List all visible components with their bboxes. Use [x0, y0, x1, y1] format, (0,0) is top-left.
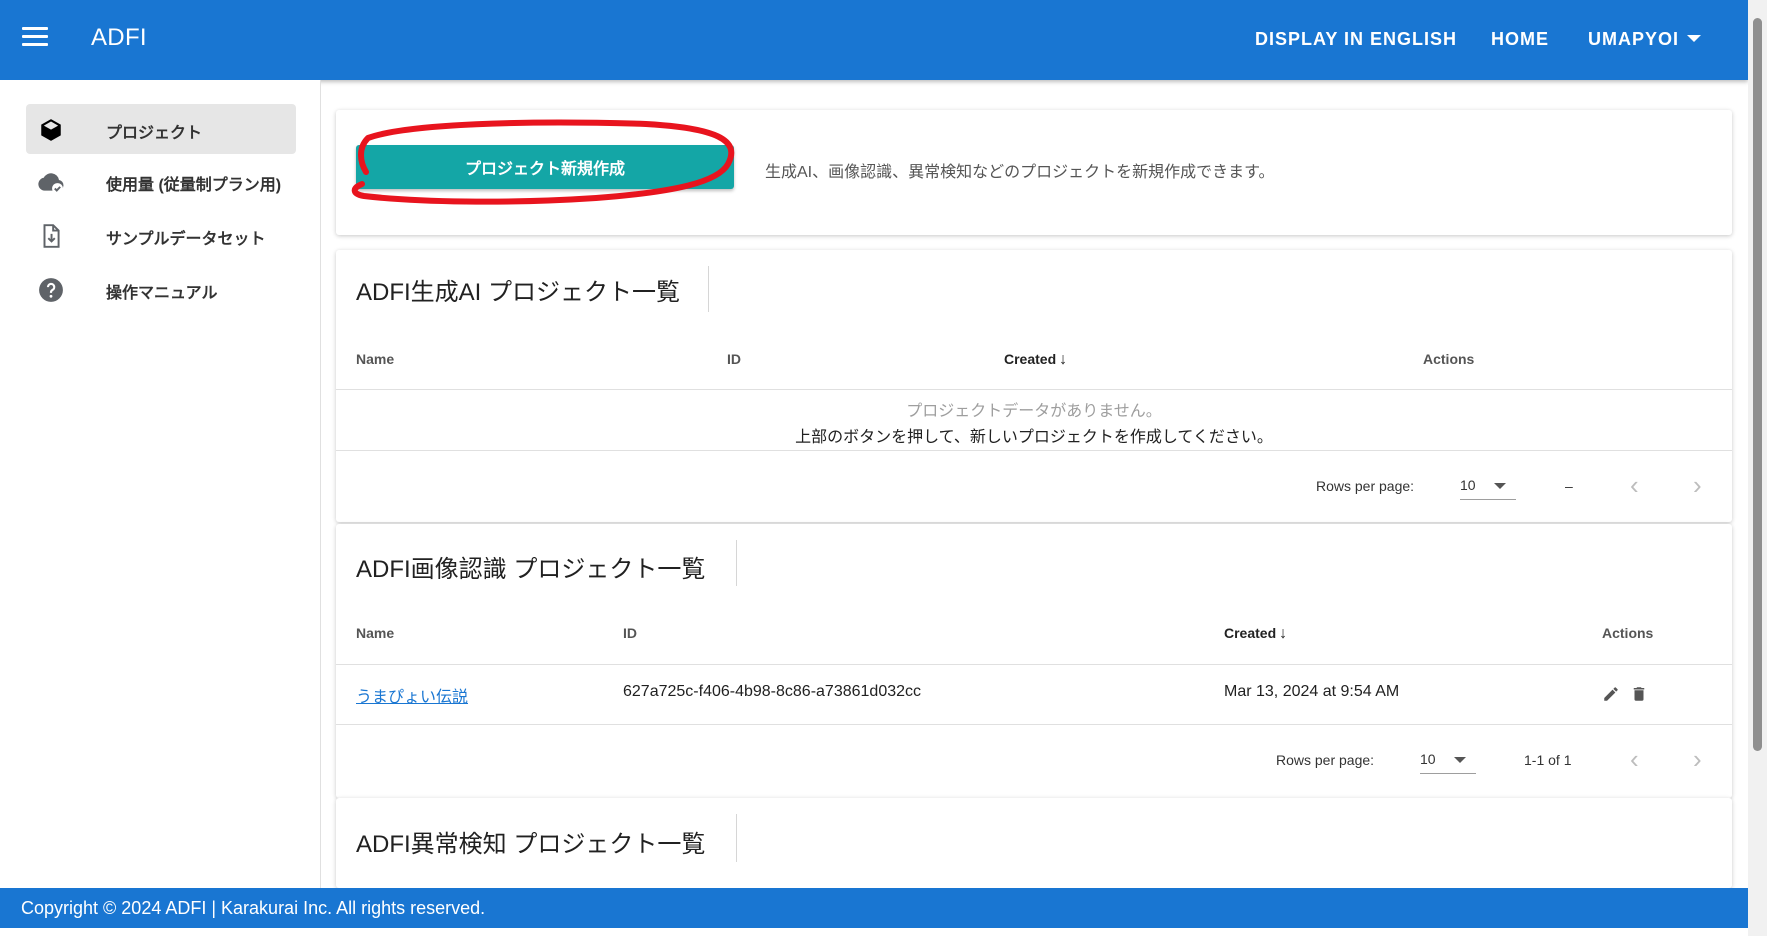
column-header-actions: Actions — [1602, 625, 1654, 641]
genai-section-title: ADFI生成AI プロジェクト一覧 — [356, 279, 681, 306]
create-project-button[interactable]: プロジェクト新規作成 — [356, 145, 734, 189]
column-header-created-label: Created — [1224, 625, 1277, 641]
sidebar: プロジェクト 使用量 (従量制プラン用) サンプルデータセット 操作マニュアル — [0, 80, 321, 888]
help-circle-icon — [39, 278, 63, 302]
footer: Copyright © 2024 ADFI | Karakurai Inc. A… — [0, 888, 1748, 928]
rows-per-page-value: 10 — [1460, 477, 1476, 493]
title-divider — [708, 266, 709, 312]
sidebar-item-sample-datasets[interactable]: サンプルデータセット — [26, 210, 296, 260]
display-in-english-button[interactable]: DISPLAY IN ENGLISH — [1255, 29, 1457, 50]
project-link[interactable]: うまぴょい伝説 — [356, 689, 468, 706]
sidebar-item-label: 操作マニュアル — [106, 285, 218, 302]
sidebar-item-label: サンプルデータセット — [106, 231, 266, 248]
create-project-card: プロジェクト新規作成 生成AI、画像認識、異常検知などのプロジェクトを新規作成で… — [336, 110, 1732, 235]
sidebar-item-label: プロジェクト — [106, 125, 203, 142]
pagination-range: 1-1 of 1 — [1524, 752, 1572, 768]
previous-page-icon[interactable]: ‹ — [1630, 472, 1639, 498]
previous-page-icon[interactable]: ‹ — [1630, 746, 1639, 772]
user-name: UMAPYOI — [1588, 29, 1680, 49]
user-menu-button[interactable]: UMAPYOI — [1588, 29, 1702, 50]
genai-projects-card: ADFI生成AI プロジェクト一覧 Name ID Created ↓ Actio… — [336, 250, 1732, 522]
rows-per-page-label: Rows per page: — [1316, 478, 1415, 494]
divider — [336, 389, 1732, 390]
divider — [336, 724, 1732, 725]
next-page-icon[interactable]: › — [1693, 746, 1702, 772]
app-bar: ADFI DISPLAY IN ENGLISH HOME UMAPYOI — [0, 0, 1748, 80]
column-header-created[interactable]: Created ↓ — [1224, 625, 1287, 643]
anomaly-projects-card: ADFI異常検知 プロジェクト一覧 — [336, 798, 1732, 888]
column-header-actions: Actions — [1423, 351, 1475, 367]
column-header-id[interactable]: ID — [623, 625, 637, 641]
arrow-down-icon: ↓ — [1279, 625, 1288, 642]
image-section-title: ADFI画像認識 プロジェクト一覧 — [356, 556, 706, 583]
dropdown-arrow-icon — [1494, 483, 1506, 489]
rows-per-page-value: 10 — [1420, 751, 1436, 767]
rows-per-page-select[interactable]: 10 — [1420, 747, 1476, 774]
dropdown-arrow-icon — [1454, 757, 1466, 763]
delete-icon[interactable] — [1630, 685, 1648, 703]
image-projects-card: ADFI画像認識 プロジェクト一覧 Name ID Created ↓ Actio… — [336, 524, 1732, 798]
arrow-down-icon: ↓ — [1059, 351, 1068, 368]
column-header-created[interactable]: Created ↓ — [1004, 351, 1067, 369]
next-page-icon[interactable]: › — [1693, 472, 1702, 498]
chevron-down-icon — [1687, 35, 1702, 42]
divider — [336, 664, 1732, 665]
file-download-icon — [43, 224, 60, 248]
column-header-name[interactable]: Name — [356, 625, 394, 641]
edit-icon[interactable] — [1602, 685, 1620, 703]
column-header-id[interactable]: ID — [727, 351, 741, 367]
column-header-created-label: Created — [1004, 351, 1057, 367]
app-title[interactable]: ADFI — [91, 24, 147, 52]
project-created-cell: Mar 13, 2024 at 9:54 AM — [1224, 683, 1400, 700]
pagination-range: – — [1565, 478, 1573, 494]
divider — [336, 450, 1732, 451]
title-divider — [736, 540, 737, 586]
scrollbar[interactable] — [1748, 0, 1767, 936]
title-divider — [736, 814, 737, 862]
anomaly-section-title: ADFI異常検知 プロジェクト一覧 — [356, 831, 706, 858]
menu-icon[interactable] — [22, 27, 48, 51]
home-button[interactable]: HOME — [1491, 29, 1549, 50]
project-name-cell: うまぴょい伝説 — [356, 683, 468, 707]
empty-instruction: 上部のボタンを押して、新しいプロジェクトを作成してください。 — [795, 429, 1273, 446]
sidebar-item-projects[interactable]: プロジェクト — [26, 104, 296, 154]
cloud-check-icon — [38, 173, 64, 194]
empty-message: プロジェクトデータがありません。 — [906, 403, 1162, 420]
column-header-name[interactable]: Name — [356, 351, 394, 367]
scrollbar-thumb[interactable] — [1753, 18, 1762, 751]
sidebar-item-label: 使用量 (従量制プラン用) — [106, 177, 282, 194]
copyright-text: Copyright © 2024 ADFI | Karakurai Inc. A… — [21, 898, 486, 918]
rows-per-page-label: Rows per page: — [1276, 752, 1375, 768]
sidebar-item-usage[interactable]: 使用量 (従量制プラン用) — [26, 156, 296, 206]
sidebar-item-manual[interactable]: 操作マニュアル — [26, 264, 296, 314]
cube-icon — [41, 119, 61, 141]
rows-per-page-select[interactable]: 10 — [1460, 473, 1516, 500]
project-id-cell: 627a725c-f406-4b98-8c86-a73861d032cc — [623, 683, 922, 700]
create-project-description: 生成AI、画像認識、異常検知などのプロジェクトを新規作成できます。 — [765, 164, 1275, 181]
